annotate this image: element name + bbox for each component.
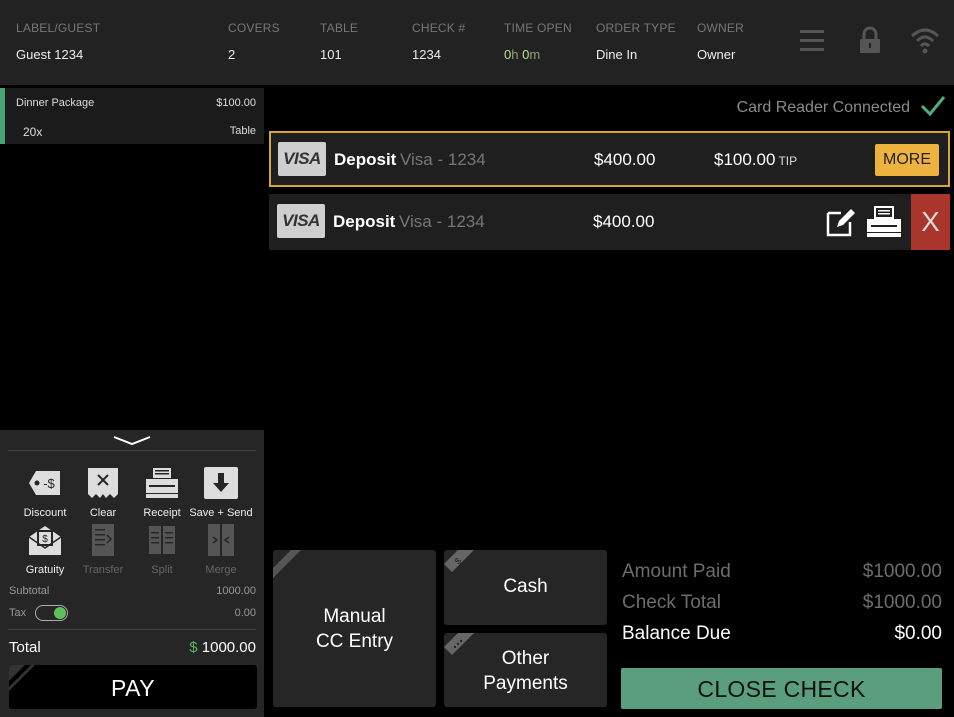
payment-card: Visa - 1234 (400, 150, 486, 169)
check-header: LABEL/GUEST Guest 1234 COVERS 2 TABLE 10… (0, 0, 954, 85)
header-guest-value: Guest 1234 (16, 47, 84, 62)
transfer-icon (92, 524, 114, 556)
payment-tip: $100.00 TIP (714, 150, 798, 169)
header-check-label: CHECK # (412, 21, 466, 35)
cash-button[interactable]: $ Cash (444, 550, 607, 625)
manual-label-line2: CC Entry (315, 631, 394, 652)
corner-tag-icon (273, 550, 301, 578)
svg-text:$: $ (42, 534, 48, 545)
gratuity-envelope-icon: $ (28, 526, 62, 555)
order-item-price: $100.00 (216, 97, 256, 109)
download-icon (204, 467, 238, 499)
split-icon (149, 526, 175, 554)
svg-text:-$: -$ (43, 476, 55, 491)
discount-tag-icon: -$ (29, 471, 60, 495)
header-covers-value: 2 (228, 47, 236, 62)
payment-type: Deposit (333, 212, 396, 231)
tax-toggle[interactable] (35, 605, 68, 621)
menu-icon[interactable] (798, 22, 828, 58)
edit-icon[interactable] (825, 206, 857, 238)
receipt-label: Receipt (143, 507, 181, 519)
order-item-modifier: Table (229, 125, 256, 137)
header-time-label: TIME OPEN (504, 21, 572, 35)
save-send-label: Save + Send (189, 507, 253, 519)
clear-label: Clear (89, 507, 117, 519)
check-total-value: $1000.00 (862, 592, 942, 613)
payment-amount: $400.00 (594, 150, 656, 169)
header-check-value: 1234 (412, 47, 441, 62)
payment-row[interactable]: VISA Deposit Visa - 1234 $400.00 $100.00… (269, 131, 950, 187)
total-value: $ 1000.00 (189, 639, 256, 656)
wifi-icon (910, 28, 940, 54)
amount-paid-label: Amount Paid (622, 561, 731, 582)
merge-icon (208, 524, 234, 556)
transfer-label: Transfer (82, 564, 124, 576)
split-label: Split (151, 564, 173, 576)
header-owner-label: OWNER (697, 21, 744, 35)
tax-value: 0.00 (234, 607, 256, 619)
header-table-value: 101 (320, 47, 342, 62)
divider (8, 629, 256, 630)
other-label-line2: Payments (483, 673, 568, 694)
check-icon (920, 96, 946, 117)
header-table-label: TABLE (320, 21, 359, 35)
manual-label-line1: Manual (323, 606, 386, 627)
merge-label: Merge (205, 564, 237, 576)
cash-label: Cash (503, 576, 548, 597)
tax-label: Tax (9, 607, 27, 619)
other-label-line1: Other (501, 648, 550, 669)
payment-amount: $400.00 (593, 212, 655, 231)
balance-due-value: $0.00 (894, 623, 942, 644)
print-icon[interactable] (865, 206, 903, 238)
other-payments-button[interactable]: Other Payments (444, 633, 607, 707)
header-owner-value: Owner (697, 47, 736, 62)
order-items-list: Dinner Package $100.00 20x Table (0, 85, 264, 430)
header-covers-label: COVERS (228, 21, 280, 35)
visa-card-icon: VISA (277, 204, 325, 238)
manual-cc-entry-button[interactable]: Manual CC Entry (273, 550, 436, 707)
amount-paid-value: $1000.00 (862, 561, 942, 582)
close-check-label: CLOSE CHECK (697, 676, 866, 702)
header-order-type-label: ORDER TYPE (596, 21, 676, 35)
balance-due-label: Balance Due (622, 623, 731, 644)
check-total-label: Check Total (622, 592, 721, 613)
clear-receipt-icon (88, 468, 118, 498)
printer-icon (146, 468, 178, 498)
card-reader-status: Card Reader Connected (736, 99, 910, 116)
payment-row[interactable]: VISA Deposit Visa - 1234 $400.00 X (269, 194, 950, 250)
payment-type: Deposit (334, 150, 397, 169)
more-button[interactable]: MORE (875, 144, 939, 176)
subtotal-value: 1000.00 (216, 585, 256, 597)
order-item[interactable]: Dinner Package $100.00 20x Table (0, 88, 264, 144)
chevron-down-icon[interactable] (112, 435, 152, 447)
order-item-qty: 20x (23, 125, 43, 139)
header-guest-label: LABEL/GUEST (16, 21, 101, 35)
lock-icon[interactable] (855, 22, 885, 58)
delete-payment-button[interactable]: X (911, 194, 950, 250)
divider (8, 450, 256, 451)
total-label: Total (9, 639, 41, 656)
subtotal-label: Subtotal (9, 585, 50, 597)
header-time-value: 0h 0m (504, 47, 541, 62)
order-item-name: Dinner Package (16, 97, 95, 109)
close-check-button[interactable]: CLOSE CHECK (621, 668, 942, 709)
visa-card-icon: VISA (278, 142, 326, 176)
header-order-type-value: Dine In (596, 47, 638, 62)
tax-toggle-knob (54, 607, 66, 619)
payment-card: Visa - 1234 (399, 212, 485, 231)
pay-button[interactable]: PAY (9, 665, 257, 709)
pay-label: PAY (110, 675, 156, 701)
